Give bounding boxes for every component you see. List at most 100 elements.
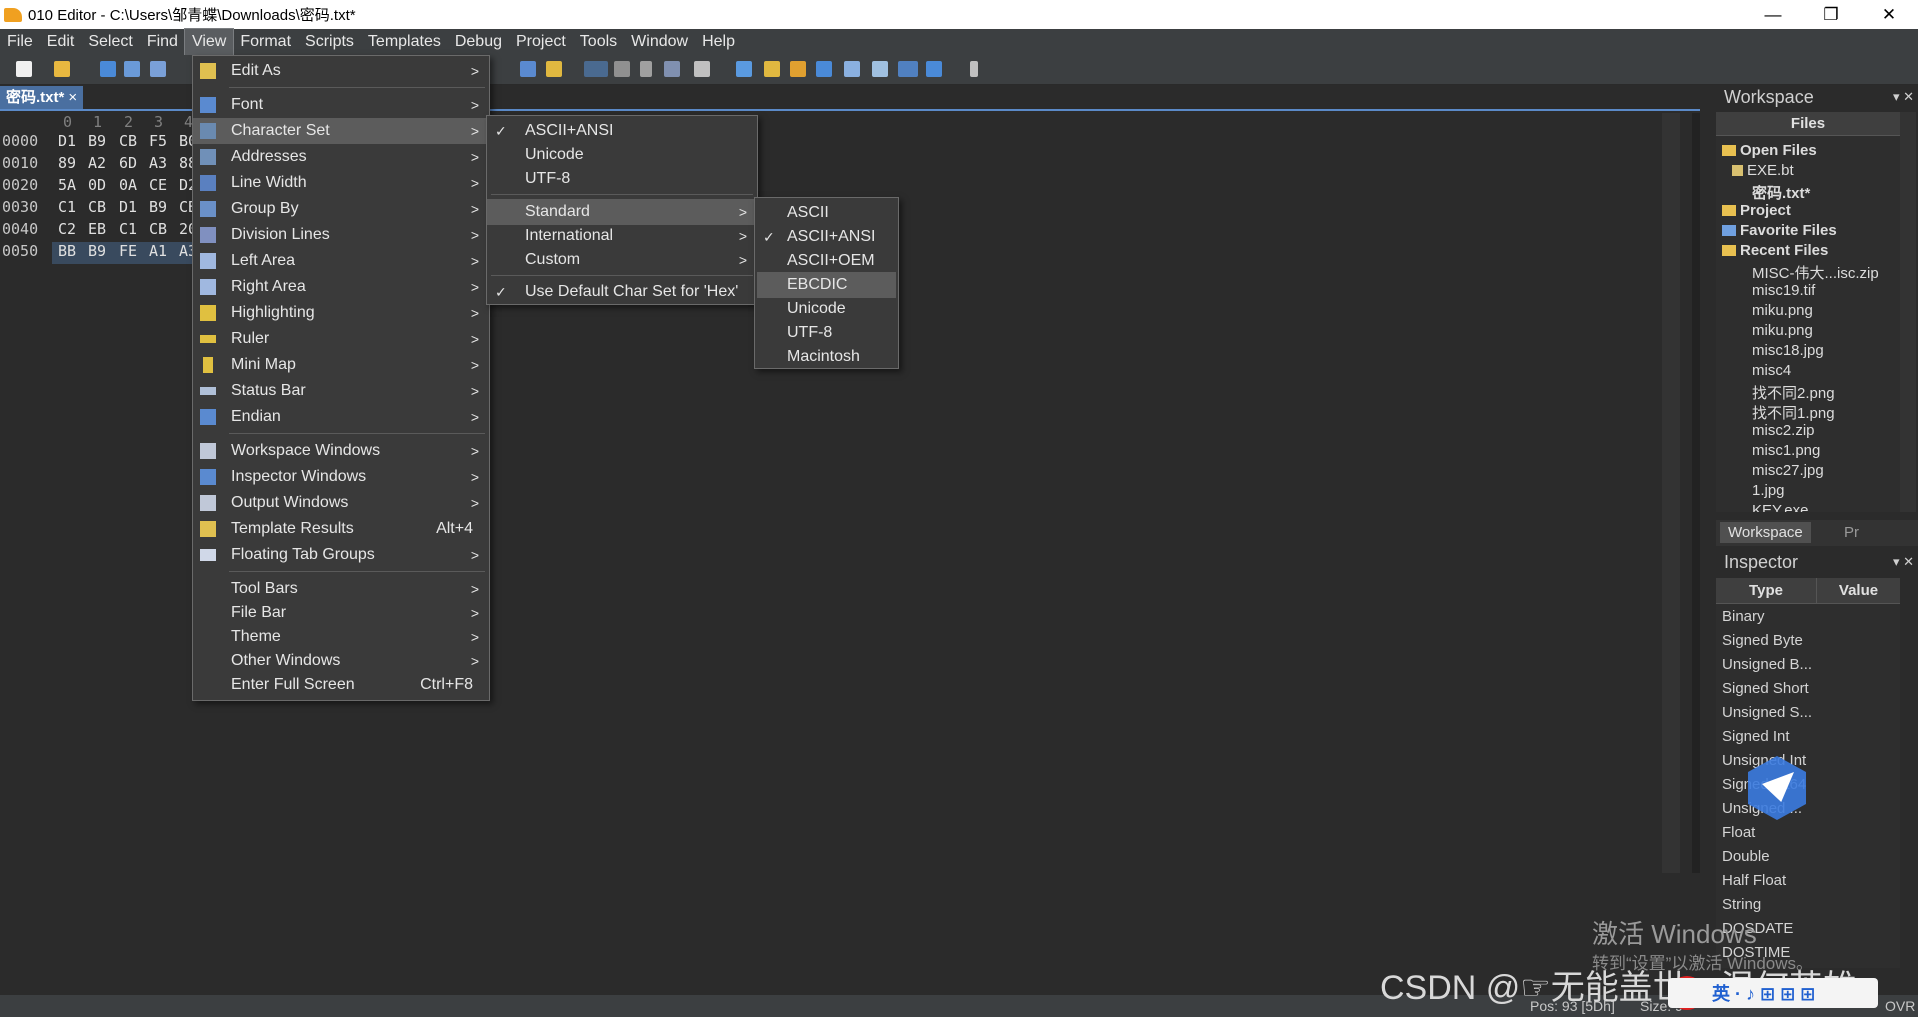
- menu-item-division-lines[interactable]: Division Lines >: [193, 222, 489, 248]
- inspector-col-value[interactable]: Value: [1816, 578, 1900, 603]
- pilcrow-icon[interactable]: [640, 61, 652, 77]
- menu-item-floating-tab-groups[interactable]: Floating Tab Groups >: [193, 542, 489, 568]
- menu-item-character-set[interactable]: Character Set >: [193, 118, 489, 144]
- menu-scripts[interactable]: Scripts: [298, 29, 361, 55]
- menu-item-theme[interactable]: Theme >: [193, 624, 489, 650]
- hex-byte[interactable]: 0A: [119, 176, 137, 194]
- menu-item-inspector-windows[interactable]: Inspector Windows >: [193, 464, 489, 490]
- tree-file[interactable]: EXE.bt: [1732, 162, 1794, 179]
- file-tab[interactable]: 密码.txt* ×: [0, 86, 84, 109]
- menu-item-highlighting[interactable]: Highlighting >: [193, 300, 489, 326]
- menu-item-status-bar[interactable]: Status Bar >: [193, 378, 489, 404]
- menu-item-ruler[interactable]: Ruler >: [193, 326, 489, 352]
- restore-button[interactable]: ❐: [1802, 0, 1860, 29]
- recent-file[interactable]: KEY.exe: [1752, 502, 1808, 512]
- network-icon[interactable]: [926, 61, 942, 77]
- hex-byte[interactable]: B9: [149, 198, 167, 216]
- tree-file-active[interactable]: 密码.txt*: [1752, 182, 1810, 203]
- hex-byte[interactable]: D1: [119, 198, 137, 216]
- menu-find[interactable]: Find: [140, 29, 185, 55]
- hex-byte[interactable]: CB: [88, 198, 106, 216]
- menu-view[interactable]: View: [183, 28, 235, 56]
- hex-byte[interactable]: C1: [119, 220, 137, 238]
- inspector-row[interactable]: Half Float: [1722, 872, 1786, 889]
- hex-byte[interactable]: 6D: [119, 154, 137, 172]
- menu-item-line-width[interactable]: Line Width >: [193, 170, 489, 196]
- recent-file[interactable]: miku.png: [1752, 302, 1813, 319]
- hex-byte[interactable]: CB: [119, 132, 137, 150]
- hex-byte[interactable]: 89: [58, 154, 76, 172]
- menu-item-enter-full-screen[interactable]: Enter Full Screen Ctrl+F8: [193, 672, 489, 698]
- minimize-button[interactable]: —: [1744, 0, 1802, 29]
- menu-format[interactable]: Format: [233, 29, 298, 55]
- hex-byte[interactable]: A2: [88, 154, 106, 172]
- histogram-icon[interactable]: [816, 61, 832, 77]
- recent-file[interactable]: misc27.jpg: [1752, 462, 1824, 479]
- charset-unicode[interactable]: Unicode: [487, 142, 757, 168]
- close-button[interactable]: ✕: [1860, 0, 1918, 29]
- tree-project[interactable]: Project: [1722, 202, 1791, 219]
- hex-byte[interactable]: F5: [149, 132, 167, 150]
- std-macintosh[interactable]: Macintosh: [755, 344, 898, 370]
- tree-recent-files[interactable]: Recent Files: [1722, 242, 1828, 259]
- hex-byte[interactable]: EB: [88, 220, 106, 238]
- menu-item-workspace-windows[interactable]: Workspace Windows >: [193, 438, 489, 464]
- menu-item-font[interactable]: Font >: [193, 92, 489, 118]
- workspace-panel-controls[interactable]: ▾ ✕: [1893, 89, 1914, 105]
- hex-byte[interactable]: CE: [149, 176, 167, 194]
- edit-icon[interactable]: [694, 61, 710, 77]
- recent-file[interactable]: misc1.png: [1752, 442, 1820, 459]
- charset-custom[interactable]: Custom >: [487, 247, 757, 273]
- menu-item-mini-map[interactable]: Mini Map >: [193, 352, 489, 378]
- recent-file[interactable]: misc18.jpg: [1752, 342, 1824, 359]
- charset-international[interactable]: International >: [487, 223, 757, 249]
- hex-byte[interactable]: A3: [149, 154, 167, 172]
- hex-mode-icon[interactable]: [584, 61, 608, 77]
- recent-file[interactable]: misc19.tif: [1752, 282, 1815, 299]
- recent-file[interactable]: miku.png: [1752, 322, 1813, 339]
- menu-item-tool-bars[interactable]: Tool Bars >: [193, 576, 489, 602]
- charset-utf8[interactable]: UTF-8: [487, 166, 757, 192]
- std-ascii-oem[interactable]: ASCII+OEM: [755, 248, 898, 274]
- tab-project[interactable]: Pr: [1844, 524, 1859, 541]
- std-ascii[interactable]: ASCII: [755, 200, 898, 226]
- menu-templates[interactable]: Templates: [361, 29, 448, 55]
- percent-icon[interactable]: [844, 61, 860, 77]
- hex-byte[interactable]: B9: [88, 242, 106, 260]
- inspector-row[interactable]: Double: [1722, 848, 1770, 865]
- std-unicode[interactable]: Unicode: [755, 296, 898, 322]
- inspector-row[interactable]: Signed Byte: [1722, 632, 1803, 649]
- menu-select[interactable]: Select: [81, 29, 139, 55]
- menu-item-file-bar[interactable]: File Bar >: [193, 600, 489, 626]
- hex-byte[interactable]: C1: [58, 198, 76, 216]
- save-all-icon[interactable]: [150, 61, 166, 77]
- menu-item-template-results[interactable]: Template Results Alt+4: [193, 516, 489, 542]
- menu-item-group-by[interactable]: Group By >: [193, 196, 489, 222]
- recent-file[interactable]: 找不同1.png: [1752, 402, 1835, 423]
- menu-item-other-windows[interactable]: Other Windows >: [193, 648, 489, 674]
- hex-byte[interactable]: C2: [58, 220, 76, 238]
- columns-icon[interactable]: [664, 61, 680, 77]
- inspector-col-type[interactable]: Type: [1716, 578, 1816, 603]
- hex-byte[interactable]: A1: [149, 242, 167, 260]
- inspector-row[interactable]: Signed Short: [1722, 680, 1809, 697]
- menu-file[interactable]: File: [0, 29, 40, 55]
- hex-byte[interactable]: BB: [58, 242, 76, 260]
- editor-scrollbar[interactable]: [1662, 113, 1680, 873]
- save-as-icon[interactable]: [124, 61, 140, 77]
- inspector-row[interactable]: Binary: [1722, 608, 1765, 625]
- hex-byte[interactable]: CB: [149, 220, 167, 238]
- calculator-icon[interactable]: [736, 61, 752, 77]
- inspector-panel-controls[interactable]: ▾ ✕: [1893, 554, 1914, 570]
- menu-item-endian[interactable]: Endian >: [193, 404, 489, 430]
- charset-standard[interactable]: Standard >: [487, 199, 757, 225]
- panel-splitter[interactable]: [1692, 113, 1700, 873]
- hex-byte[interactable]: D1: [58, 132, 76, 150]
- ime-toolbar[interactable]: 英 · ♪ ⊞ ⊞ ⊞: [1668, 978, 1878, 1008]
- text-mode-icon[interactable]: [614, 61, 630, 77]
- inspector-row[interactable]: String: [1722, 896, 1761, 913]
- hex-byte[interactable]: 0D: [88, 176, 106, 194]
- compare-icon[interactable]: [790, 61, 806, 77]
- hex-byte[interactable]: 5A: [58, 176, 76, 194]
- inspector-row[interactable]: Signed Int: [1722, 728, 1790, 745]
